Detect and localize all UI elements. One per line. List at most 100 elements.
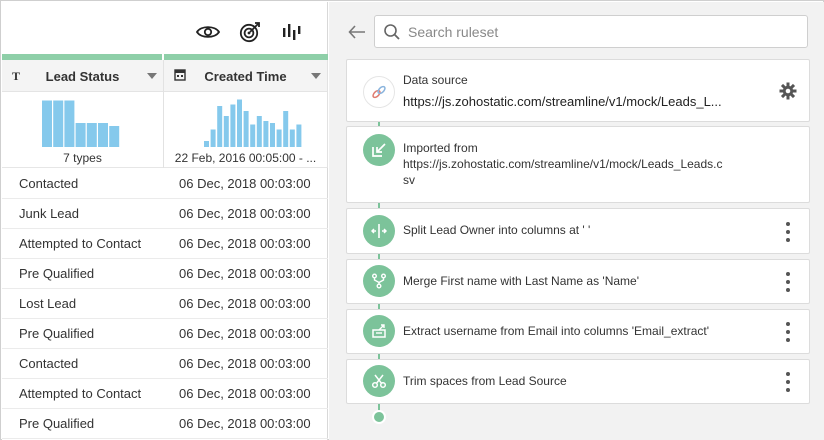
gear-icon[interactable]	[779, 82, 797, 105]
histogram-bar[interactable]	[53, 100, 64, 148]
more-options-icon[interactable]	[785, 322, 791, 342]
step-text: Trim spaces from Lead Source	[403, 374, 567, 388]
lead-status-cell[interactable]: Lost Lead	[2, 289, 163, 318]
ruleset-pane: Data source https://js.zohostatic.com/st…	[329, 2, 824, 440]
histogram-bar[interactable]	[276, 129, 282, 148]
histogram-bar[interactable]	[250, 124, 256, 148]
target-icon[interactable]	[237, 19, 263, 45]
histogram-bar[interactable]	[223, 116, 229, 147]
histogram-bar[interactable]	[86, 123, 97, 147]
created-time-cell[interactable]: 06 Dec, 2018 00:03:00	[163, 229, 328, 258]
histogram-bar[interactable]	[256, 116, 262, 147]
lead-status-cell[interactable]: Contacted	[2, 349, 163, 378]
link-icon	[363, 76, 395, 108]
histogram-bar[interactable]	[289, 129, 295, 148]
extract-icon	[363, 315, 395, 347]
created-time-cell[interactable]: 06 Dec, 2018 00:03:00	[163, 379, 328, 408]
histogram-bar[interactable]	[204, 141, 209, 147]
merge-icon	[363, 265, 395, 297]
created-time-profile: 22 Feb, 2016 00:05:00 - ...	[164, 92, 328, 168]
search-input[interactable]	[408, 22, 798, 42]
table-row[interactable]: Contacted 06 Dec, 2018 00:03:00	[2, 349, 328, 379]
table-row[interactable]: Pre Qualified 06 Dec, 2018 00:03:00	[2, 319, 328, 349]
step-title: Imported from	[403, 141, 478, 155]
histogram-bar[interactable]	[109, 126, 120, 147]
histogram-bar[interactable]	[243, 111, 249, 147]
calendar-icon	[174, 68, 186, 85]
created-time-histogram[interactable]	[164, 92, 328, 150]
column-stats-icon[interactable]	[279, 19, 305, 45]
lead-status-cell[interactable]: Pre Qualified	[2, 319, 163, 348]
histogram-bar[interactable]	[210, 129, 216, 148]
step-card-trim[interactable]: Trim spaces from Lead Source	[346, 359, 810, 404]
chevron-down-icon[interactable]	[311, 73, 321, 79]
more-options-icon[interactable]	[785, 222, 791, 242]
table-row[interactable]: Pre Qualified 06 Dec, 2018 00:03:00	[2, 259, 328, 289]
chevron-down-icon[interactable]	[147, 73, 157, 79]
eye-icon[interactable]	[195, 19, 221, 45]
step-card-data-source[interactable]: Data source https://js.zohostatic.com/st…	[346, 59, 810, 122]
profile-label: 7 types	[63, 151, 102, 165]
step-card-split[interactable]: Split Lead Owner into columns at ' '	[346, 208, 810, 254]
lead-status-cell[interactable]: Pre Qualified	[2, 259, 163, 288]
created-time-cell[interactable]: 06 Dec, 2018 00:03:00	[163, 349, 328, 378]
profile-label: 22 Feb, 2016 00:05:00 - ...	[174, 151, 317, 165]
table-row[interactable]: Attempted to Contact 06 Dec, 2018 00:03:0…	[2, 229, 328, 259]
lead-status-cell[interactable]: Junk Lead	[2, 199, 163, 228]
created-time-cell[interactable]: 06 Dec, 2018 00:03:00	[163, 409, 328, 438]
histogram-bar[interactable]	[296, 124, 302, 148]
step-text: Extract username from Email into columns…	[403, 324, 710, 338]
table-row[interactable]: Attempted to Contact 06 Dec, 2018 00:03:0…	[2, 379, 328, 409]
histogram-bar[interactable]	[230, 104, 236, 148]
histogram-bar[interactable]	[237, 99, 242, 148]
data-source-url: https://js.zohostatic.com/streamline/v1/…	[403, 94, 722, 109]
lead-status-histogram[interactable]	[2, 92, 164, 150]
grid-toolbar	[195, 18, 305, 46]
histogram-bar[interactable]	[263, 121, 269, 147]
step-card-imported-from[interactable]: Imported from https://js.zohostatic.com/…	[346, 126, 810, 203]
split-columns-icon	[363, 215, 395, 247]
table-row[interactable]: Pre Qualified 06 Dec, 2018 00:03:00	[2, 409, 328, 439]
column-profile-row: 7 types 22 Feb, 2016 00:05:00 - ...	[2, 92, 328, 168]
histogram-bar[interactable]	[270, 123, 275, 147]
created-time-cell[interactable]: 06 Dec, 2018 00:03:00	[163, 259, 328, 288]
column-headers: T Lead Status Created Time	[2, 60, 328, 92]
more-options-icon[interactable]	[785, 272, 791, 292]
created-time-cell[interactable]: 06 Dec, 2018 00:03:00	[163, 169, 328, 198]
timeline-end-dot	[372, 410, 386, 424]
step-title: Data source	[403, 73, 468, 87]
import-url-line: https://js.zohostatic.com/streamline/v1/…	[403, 157, 723, 171]
lead-status-cell[interactable]: Contacted	[2, 169, 163, 198]
histogram-bar[interactable]	[75, 123, 86, 147]
ruleset-search	[374, 15, 808, 48]
import-url-line: sv	[403, 173, 415, 187]
scissors-icon	[363, 365, 395, 397]
histogram-bar[interactable]	[98, 123, 108, 147]
table-row[interactable]: Lost Lead 06 Dec, 2018 00:03:00	[2, 289, 328, 319]
step-card-merge[interactable]: Merge First name with Last Name as 'Name…	[346, 259, 810, 304]
back-arrow-icon[interactable]	[347, 22, 369, 44]
more-options-icon[interactable]	[785, 372, 791, 392]
histogram-bar[interactable]	[64, 100, 75, 148]
table-row[interactable]: Contacted 06 Dec, 2018 00:03:00	[2, 169, 328, 199]
histogram-bar[interactable]	[42, 100, 52, 148]
lead-status-cell[interactable]: Pre Qualified	[2, 409, 163, 438]
created-time-cell[interactable]: 06 Dec, 2018 00:03:00	[163, 199, 328, 228]
created-time-cell[interactable]: 06 Dec, 2018 00:03:00	[163, 319, 328, 348]
lead-status-cell[interactable]: Attempted to Contact	[2, 379, 163, 408]
data-grid-pane: T Lead Status Created Time 7 types 22 Fe…	[2, 2, 328, 440]
created-time-cell[interactable]: 06 Dec, 2018 00:03:00	[163, 289, 328, 318]
column-name: Lead Status	[45, 68, 120, 84]
step-text: Merge First name with Last Name as 'Name…	[403, 274, 639, 288]
histogram-bar[interactable]	[217, 106, 223, 147]
column-header-lead-status[interactable]: T Lead Status	[2, 60, 164, 92]
table-row[interactable]: Junk Lead 06 Dec, 2018 00:03:00	[2, 199, 328, 229]
histogram-bar[interactable]	[283, 111, 289, 147]
step-card-extract[interactable]: Extract username from Email into columns…	[346, 309, 810, 354]
lead-status-cell[interactable]: Attempted to Contact	[2, 229, 163, 258]
step-text: Split Lead Owner into columns at ' '	[403, 223, 591, 237]
column-header-created-time[interactable]: Created Time	[164, 60, 328, 92]
text-type-icon: T	[12, 69, 21, 83]
import-url: https://js.zohostatic.com/streamline/v1/…	[403, 156, 722, 188]
app-frame: T Lead Status Created Time 7 types 22 Fe…	[0, 0, 824, 440]
